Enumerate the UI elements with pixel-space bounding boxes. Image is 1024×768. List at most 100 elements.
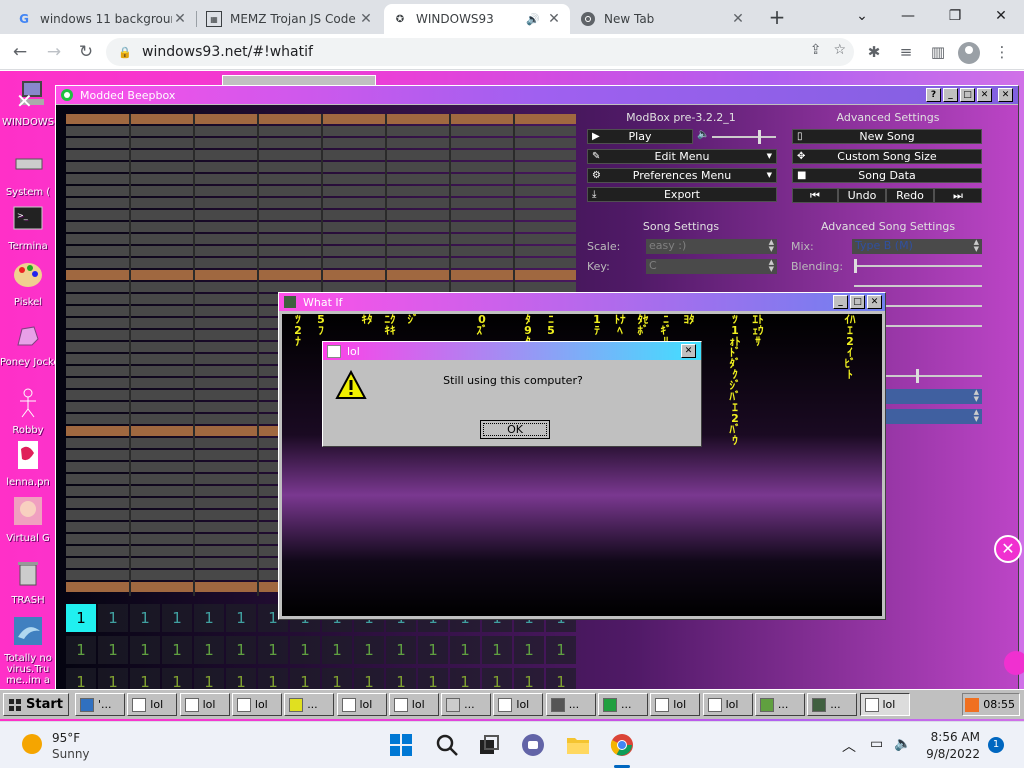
pattern-cell[interactable]: 1 [546,636,576,664]
w93-taskbar-item[interactable]: lol [493,693,544,716]
close-x-icon[interactable]: ✕ [16,89,33,113]
close-window-button[interactable]: ✕ [867,295,882,309]
desktop-icon-virus[interactable]: Totally no virus.Tru me..im a [0,615,56,686]
key-select[interactable]: C ▲ ▼ [646,259,777,274]
pattern-cell[interactable]: 1 [194,604,224,632]
pattern-cell[interactable]: 1 [322,636,352,664]
close-window-button[interactable]: ✕ [977,88,992,102]
pattern-cell[interactable]: 1 [130,636,160,664]
tab-memz[interactable]: ▦ MEMZ Trojan JS Code ✕ [198,4,382,34]
minimize-button[interactable]: — [888,4,928,28]
w93-taskbar-item[interactable]: lol [702,693,753,716]
pattern-cell[interactable]: 1 [98,604,128,632]
volume-slider[interactable] [712,130,776,144]
pattern-cell[interactable]: 1 [226,636,256,664]
mix-select[interactable]: Type B (M) ▲ ▼ [852,239,982,254]
pattern-cell[interactable]: 1 [514,636,544,664]
skip-forward-button[interactable]: ⏭ [934,188,982,203]
restore-button[interactable]: ❐ [935,4,975,28]
new-song-button[interactable]: ▯ New Song [792,129,982,144]
pattern-cell[interactable]: 1 [386,636,416,664]
close-tab-icon[interactable]: ✕ [546,11,562,27]
w93-taskbar-item[interactable]: lol [179,693,230,716]
desktop-icon-terminal[interactable]: >_ Termina [0,203,56,252]
teams-chat-icon[interactable] [520,732,546,758]
play-button[interactable]: ▶ Play [587,129,693,144]
search-icon[interactable] [434,732,460,758]
pattern-cell[interactable]: 1 [258,636,288,664]
pattern-cell[interactable]: 1 [162,636,192,664]
tray-chevron-icon[interactable]: ︿ [842,736,856,756]
pattern-cell[interactable]: 1 [482,636,512,664]
close-window-button[interactable]: ✕ [981,4,1021,28]
back-icon[interactable]: ← [8,40,32,64]
song-data-button[interactable]: ■ Song Data [792,168,982,183]
pattern-cell[interactable]: 1 [194,636,224,664]
reload-icon[interactable]: ↻ [74,40,98,64]
w93-taskbar-item[interactable]: ... [754,693,805,716]
w93-taskbar-item[interactable]: lol [388,693,439,716]
media-controls-icon[interactable]: ≡ [894,40,918,64]
bookmark-star-icon[interactable]: ☆ [833,42,846,58]
help-button[interactable]: ? [926,88,941,102]
advanced-slider-2[interactable] [854,285,982,287]
pattern-cell[interactable]: 1 [354,636,384,664]
volume-knob[interactable] [758,130,761,144]
chrome-taskbar-icon[interactable] [609,732,635,758]
extensions-icon[interactable]: ✱ [862,40,886,64]
preferences-menu-button[interactable]: ⚙ Preferences Menu ▼ [587,168,777,183]
file-explorer-icon[interactable] [565,732,591,758]
skip-back-button[interactable]: ⏮ [792,188,838,203]
network-icon[interactable]: ▭ [870,736,883,752]
w93-taskbar-item[interactable]: lol [650,693,701,716]
new-tab-button[interactable]: + [765,6,789,30]
profile-avatar[interactable] [958,42,980,64]
beepbox-titlebar[interactable]: Modded Beepbox ? _ □ ✕ ✕ [56,86,1018,104]
sun-icon[interactable] [22,734,42,754]
whatif-titlebar[interactable]: What If _ □ ✕ [279,293,885,311]
ok-button[interactable]: OK [480,420,550,439]
desktop-icon-system[interactable]: System ( [0,149,56,198]
menu-kebab-icon[interactable]: ⋮ [990,40,1014,64]
desktop-icon-virtual-girl[interactable]: Virtual G [0,495,56,544]
minimize-window-button[interactable]: _ [943,88,958,102]
blending-knob[interactable] [854,259,857,273]
undo-button[interactable]: Undo [838,188,886,203]
pattern-cell[interactable]: 1 [66,604,96,632]
forward-icon[interactable]: → [42,40,66,64]
w93-taskbar-item[interactable]: ... [284,693,335,716]
weather-condition[interactable]: Sunny [52,747,90,761]
pattern-cell[interactable]: 1 [98,636,128,664]
pattern-cell[interactable]: 1 [226,604,256,632]
w93-taskbar-item[interactable]: ... [545,693,596,716]
pattern-cell[interactable]: 1 [130,604,160,632]
w93-taskbar-item[interactable]: '... [75,693,125,716]
audio-playing-icon[interactable]: 🔊 [526,13,540,26]
tab-windows93[interactable]: ✪ WINDOWS93 🔊 ✕ [384,4,570,34]
close-tab-icon[interactable]: ✕ [172,11,188,27]
close-dialog-button[interactable]: ✕ [681,344,696,358]
w93-taskbar-item[interactable]: ... [441,693,492,716]
windows-start-icon[interactable] [388,732,414,758]
desktop-icon-trash[interactable]: TRASH [0,557,56,606]
address-bar[interactable]: 🔒 windows93.net/#!whatif ⇪ ☆ [106,38,854,66]
w93-taskbar-item[interactable]: ... [807,693,858,716]
lock-icon[interactable]: 🔒 [118,46,132,59]
clock-date[interactable]: 9/8/2022 [920,747,980,761]
desktop-icon-piskel[interactable]: Piskel [0,259,56,308]
desktop-icon-poney-jockey[interactable]: Poney Jockey [0,319,56,368]
desktop-icon-lenna[interactable]: lenna.pn [0,439,56,488]
edit-menu-button[interactable]: ✎ Edit Menu ▼ [587,149,777,164]
close-window-button-outer[interactable]: ✕ [998,88,1013,102]
redo-button[interactable]: Redo [886,188,934,203]
w93-taskbar-item[interactable]: lol [336,693,387,716]
tab-search-chevron-icon[interactable]: ⌄ [842,4,882,28]
close-tab-icon[interactable]: ✕ [358,11,374,27]
tab-windows11-background[interactable]: G windows 11 backgroun ✕ [8,4,196,34]
close-bubble-icon[interactable]: ✕ [994,535,1022,563]
maximize-window-button[interactable]: □ [960,88,975,102]
start-button[interactable]: Start [3,693,69,716]
pattern-cell[interactable]: 1 [162,604,192,632]
tab-new-tab[interactable]: New Tab ✕ [572,4,754,34]
volume-icon[interactable]: 🔈 [894,736,911,752]
